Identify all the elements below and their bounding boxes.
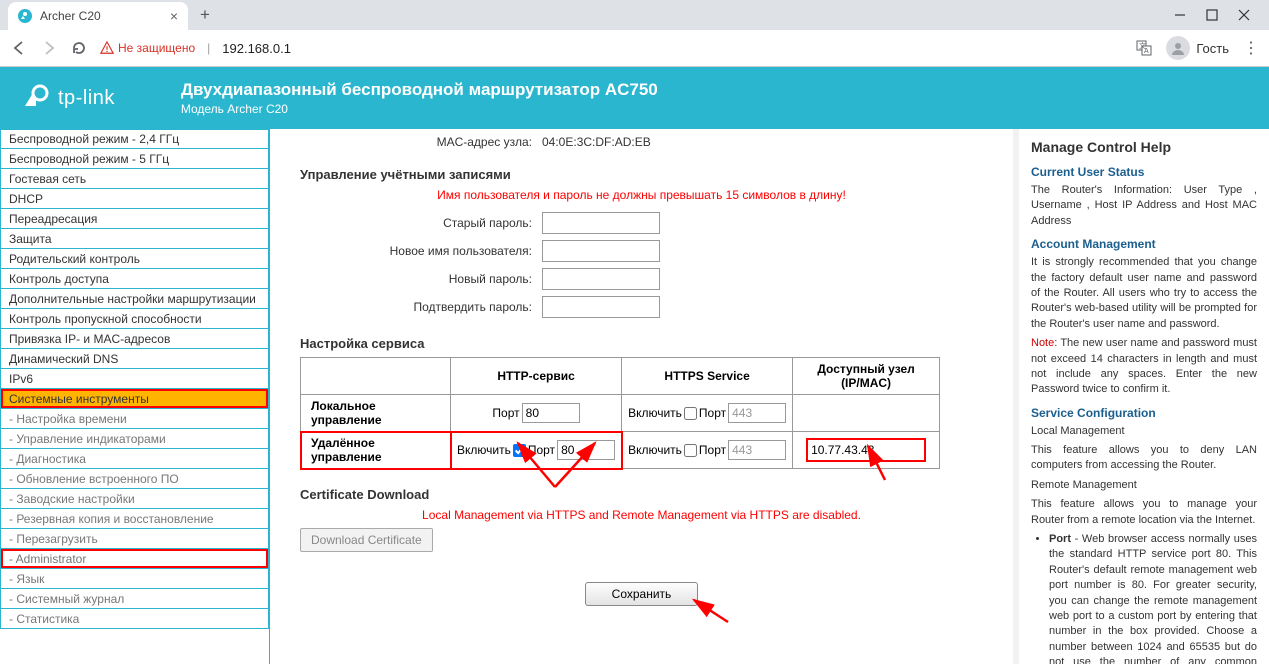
sidebar-item[interactable]: Переадресация: [0, 209, 269, 229]
sidebar-item[interactable]: Контроль пропускной способности: [0, 309, 269, 329]
sidebar-item[interactable]: - Управление индикаторами: [0, 429, 269, 449]
sidebar-item[interactable]: Защита: [0, 229, 269, 249]
reload-button[interactable]: [70, 39, 88, 57]
help-title: Manage Control Help: [1031, 139, 1257, 155]
sidebar-item[interactable]: Гостевая сеть: [0, 169, 269, 189]
sidebar-item[interactable]: Дополнительные настройки маршрутизации: [0, 289, 269, 309]
page-header: tp-link Двухдиапазонный беспроводной мар…: [0, 67, 1269, 129]
download-cert-button[interactable]: Download Certificate: [300, 528, 433, 552]
sidebar: Беспроводной режим - 2,4 ГГцБеспроводной…: [0, 129, 270, 664]
local-management-row: Локальное управление Порт ВключитьПорт: [301, 395, 940, 432]
account-section-title: Управление учётными записями: [300, 167, 983, 182]
service-table: HTTP-сервис HTTPS Service Доступный узел…: [300, 357, 940, 469]
menu-button[interactable]: ⋮: [1243, 38, 1259, 58]
cert-disabled-message: Local Management via HTTPS and Remote Ma…: [300, 508, 983, 522]
address-bar: Не защищено | 192.168.0.1 文A Гость ⋮: [0, 30, 1269, 66]
service-section-title: Настройка сервиса: [300, 336, 983, 351]
sidebar-item[interactable]: - Язык: [0, 569, 269, 589]
sidebar-item[interactable]: Привязка IP- и MAC-адресов: [0, 329, 269, 349]
sidebar-item[interactable]: Беспроводной режим - 2,4 ГГц: [0, 129, 269, 149]
svg-text:A: A: [1144, 48, 1149, 55]
mac-value: 04:0E:3C:DF:AD:EB: [542, 135, 651, 149]
sidebar-item[interactable]: DHCP: [0, 189, 269, 209]
local-http-port-input[interactable]: [522, 403, 580, 423]
help-panel: Manage Control Help Current User Status …: [1013, 129, 1269, 664]
sidebar-item[interactable]: - Заводские настройки: [0, 489, 269, 509]
confirm-password-input[interactable]: [542, 296, 660, 318]
remote-https-port-input[interactable]: [728, 440, 786, 460]
profile-button[interactable]: Гость: [1166, 36, 1229, 60]
main-content: MAC-адрес узла: 04:0E:3C:DF:AD:EB Управл…: [270, 129, 1013, 664]
tp-link-logo-icon: [22, 83, 52, 113]
sidebar-item[interactable]: Родительский контроль: [0, 249, 269, 269]
sidebar-item[interactable]: - Administrator: [0, 549, 269, 569]
back-button[interactable]: [10, 39, 28, 57]
sidebar-item[interactable]: - Резервная копия и восстановление: [0, 509, 269, 529]
sidebar-item[interactable]: IPv6: [0, 369, 269, 389]
brand-logo: tp-link: [22, 83, 115, 113]
translate-icon[interactable]: 文A: [1136, 40, 1152, 56]
model-label: Модель Archer C20: [181, 102, 658, 116]
remote-http-port-input[interactable]: [557, 440, 615, 460]
sidebar-item[interactable]: - Статистика: [0, 609, 269, 629]
account-warning: Имя пользователя и пароль не должны прев…: [300, 188, 983, 202]
security-warning[interactable]: Не защищено: [100, 41, 195, 55]
new-username-input[interactable]: [542, 240, 660, 262]
sidebar-item[interactable]: - Обновление встроенного ПО: [0, 469, 269, 489]
sidebar-item[interactable]: - Перезагрузить: [0, 529, 269, 549]
sidebar-item[interactable]: Контроль доступа: [0, 269, 269, 289]
save-button[interactable]: Сохранить: [585, 582, 699, 606]
old-password-input[interactable]: [542, 212, 660, 234]
url-text[interactable]: 192.168.0.1: [222, 41, 291, 56]
close-tab-icon[interactable]: ×: [170, 8, 178, 24]
maximize-button[interactable]: [1205, 8, 1219, 22]
new-tab-button[interactable]: +: [200, 5, 210, 25]
sidebar-item[interactable]: - Диагностика: [0, 449, 269, 469]
mac-label: MAC-адрес узла:: [300, 135, 542, 149]
forward-button[interactable]: [40, 39, 58, 57]
tab-favicon: [18, 9, 32, 23]
warning-icon: [100, 41, 114, 55]
new-password-input[interactable]: [542, 268, 660, 290]
host-ip-input[interactable]: [807, 439, 925, 461]
tab-title: Archer C20: [40, 9, 101, 23]
remote-http-enable-checkbox[interactable]: [513, 444, 526, 457]
tab-bar: Archer C20 × +: [0, 0, 1269, 30]
remote-management-row: Удалённое управление ВключитьПорт Включи…: [301, 432, 940, 469]
sidebar-item[interactable]: Беспроводной режим - 5 ГГц: [0, 149, 269, 169]
cert-section-title: Certificate Download: [300, 487, 983, 502]
sidebar-item[interactable]: Системные инструменты: [0, 389, 269, 409]
sidebar-item[interactable]: Динамический DNS: [0, 349, 269, 369]
local-https-enable-checkbox[interactable]: [684, 407, 697, 420]
browser-tab[interactable]: Archer C20 ×: [8, 2, 188, 30]
minimize-button[interactable]: [1173, 8, 1187, 22]
page-title: Двухдиапазонный беспроводной маршрутизат…: [181, 80, 658, 100]
sidebar-item[interactable]: - Настройка времени: [0, 409, 269, 429]
local-https-port-input[interactable]: [728, 403, 786, 423]
remote-https-enable-checkbox[interactable]: [684, 444, 697, 457]
sidebar-item[interactable]: - Системный журнал: [0, 589, 269, 609]
close-window-button[interactable]: [1237, 8, 1251, 22]
avatar-icon: [1166, 36, 1190, 60]
